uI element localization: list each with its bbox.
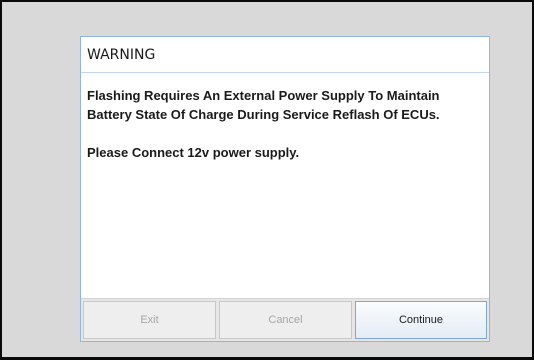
cancel-button[interactable]: Cancel — [219, 301, 352, 339]
warning-message-line-2: Battery State Of Charge During Service R… — [87, 107, 440, 122]
continue-button[interactable]: Continue — [355, 301, 487, 339]
screen-frame: WARNING Flashing Requires An External Po… — [0, 0, 534, 360]
exit-button[interactable]: Exit — [83, 301, 216, 339]
warning-dialog: WARNING Flashing Requires An External Po… — [80, 36, 490, 342]
warning-message-line-1: Flashing Requires An External Power Supp… — [87, 88, 440, 103]
dialog-title: WARNING — [81, 37, 489, 73]
button-bar: Exit Cancel Continue — [81, 298, 489, 341]
dialog-body: Flashing Requires An External Power Supp… — [81, 73, 489, 298]
instruction-message: Please Connect 12v power supply. — [87, 145, 300, 160]
